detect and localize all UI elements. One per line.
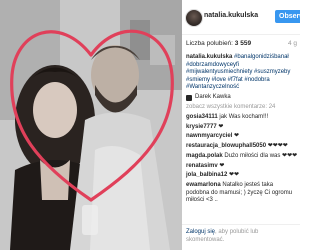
comment-text: jak Was kocham!!! <box>219 113 269 120</box>
comment-text: Dużo miłości dla was ❤❤❤ <box>224 152 298 159</box>
comment-username[interactable]: restauracja_blowuphall5050 <box>186 143 266 149</box>
login-link[interactable]: Zaloguj się <box>186 229 215 235</box>
post-photo[interactable] <box>0 0 182 250</box>
caption-username[interactable]: natalia.kukulska <box>186 54 232 60</box>
divider <box>182 224 300 225</box>
comment-username[interactable]: magda.polak <box>186 153 223 159</box>
avatar[interactable] <box>185 9 203 27</box>
comments-list: natalia.kukulska #banalgonidziśbanał #do… <box>186 54 298 207</box>
comment-text: ❤ <box>234 133 240 140</box>
post-header: natalia.kukulska Obserw <box>182 0 300 35</box>
tagged-person[interactable]: Darek Kawka <box>186 94 298 102</box>
post-side-panel: natalia.kukulska Obserw Liczba polubień:… <box>182 0 300 250</box>
comment: magda.polak Dużo miłości dla was ❤❤❤ <box>186 153 298 161</box>
comment: renatasimv ❤ <box>186 163 298 171</box>
comment: ewamarlona Natalko jesteś taka podobna d… <box>186 182 298 205</box>
tagged-name[interactable]: Darek Kawka <box>195 94 231 102</box>
view-all-comments-link[interactable]: zobacz wszystkie komentarze: 24 <box>186 104 298 112</box>
comment-text: ❤❤❤❤ <box>267 143 288 150</box>
comment: jola_balbina12 ❤❤ <box>186 172 298 180</box>
likes-row: Liczba polubień: 3 559 <box>186 40 251 47</box>
comment-username[interactable]: nawnmyarcyciel <box>186 133 232 139</box>
header-username[interactable]: natalia.kukulska <box>204 12 258 19</box>
comment: krysie7777 ❤ <box>186 124 298 132</box>
login-prompt: Zaloguj się, aby polubić lub skomentować… <box>186 228 298 244</box>
comment-username[interactable]: krysie7777 <box>186 124 217 130</box>
person-icon <box>186 94 192 101</box>
comment-text: ❤❤ <box>229 172 240 179</box>
comment: gosia34111 jak Was kocham!!! <box>186 114 298 122</box>
comment-username[interactable]: ewamarlona <box>186 182 221 188</box>
comment: nawnmyarcyciel ❤ <box>186 133 298 141</box>
comment-text: ❤ <box>218 123 224 130</box>
caption: natalia.kukulska #banalgonidziśbanał #do… <box>186 54 298 92</box>
comment-username[interactable]: jola_balbina12 <box>186 172 227 178</box>
comment-username[interactable]: renatasimv <box>186 163 218 169</box>
comment: restauracja_blowuphall5050 ❤❤❤❤ <box>186 143 298 151</box>
comment-username[interactable]: gosia34111 <box>186 114 218 120</box>
likes-label: Liczba polubień: <box>186 40 233 47</box>
follow-button[interactable]: Obserw <box>275 10 300 23</box>
photo-illustration <box>0 0 182 250</box>
post-age[interactable]: 4 g <box>288 40 297 47</box>
likes-count[interactable]: 3 559 <box>235 40 251 47</box>
comment-text: ❤ <box>219 162 225 169</box>
